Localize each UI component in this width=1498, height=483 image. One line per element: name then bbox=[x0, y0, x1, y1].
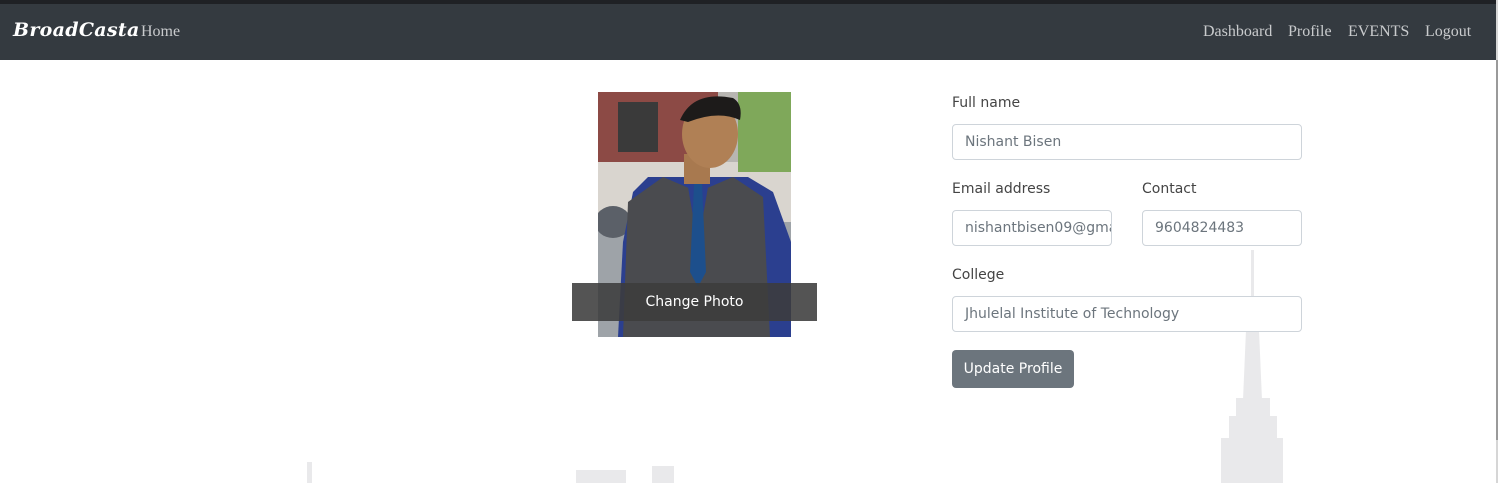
nav-home-link[interactable]: Home bbox=[141, 23, 180, 41]
navbar: BroadCasta Home Dashboard Profile EVENTS… bbox=[0, 4, 1496, 60]
change-photo-button[interactable]: Change Photo bbox=[572, 283, 817, 321]
full-name-field[interactable]: Nishant Bisen bbox=[952, 124, 1302, 160]
nav-dashboard-link[interactable]: Dashboard bbox=[1203, 23, 1272, 41]
college-field[interactable]: Jhulelal Institute of Technology bbox=[952, 296, 1302, 332]
nav-logout-link[interactable]: Logout bbox=[1425, 23, 1471, 41]
contact-field[interactable]: 9604824483 bbox=[1142, 210, 1302, 246]
college-label: College bbox=[952, 267, 1005, 283]
email-label: Email address bbox=[952, 181, 1051, 197]
brand-logo[interactable]: BroadCasta bbox=[13, 19, 140, 41]
contact-label: Contact bbox=[1142, 181, 1197, 197]
full-name-label: Full name bbox=[952, 95, 1021, 111]
update-profile-button[interactable]: Update Profile bbox=[952, 350, 1074, 388]
email-field[interactable]: nishantbisen09@gma bbox=[952, 210, 1112, 246]
nav-profile-link[interactable]: Profile bbox=[1288, 23, 1332, 41]
profile-page: BroadCasta Home Dashboard Profile EVENTS… bbox=[0, 0, 1498, 483]
nav-events-link[interactable]: EVENTS bbox=[1348, 23, 1409, 41]
